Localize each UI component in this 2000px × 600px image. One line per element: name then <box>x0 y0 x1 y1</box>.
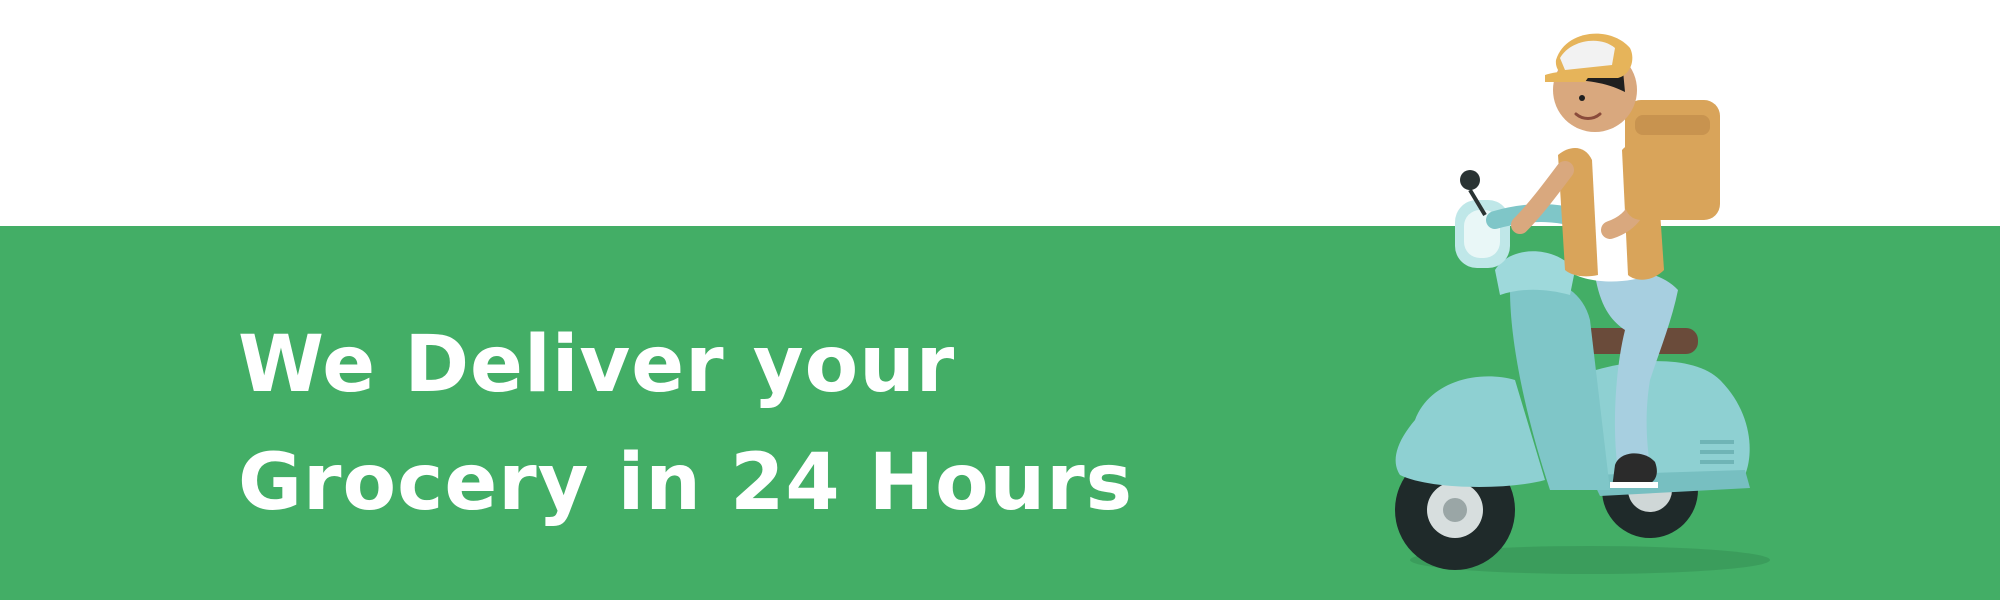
headline-line-1: We Deliver your <box>238 320 956 410</box>
promo-banner: We Deliver your Grocery in 24 Hours <box>0 0 2000 600</box>
delivery-scooter-rider-icon <box>1360 20 1780 600</box>
banner-headline: We Deliver your Grocery in 24 Hours <box>238 306 1133 542</box>
headline-line-2: Grocery in 24 Hours <box>238 438 1134 528</box>
delivery-scooter-rider-svg <box>1395 33 1770 574</box>
